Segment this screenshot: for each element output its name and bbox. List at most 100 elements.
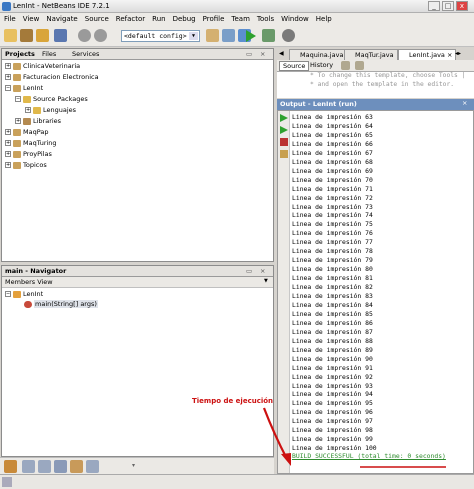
output-settings-icon[interactable] — [280, 150, 288, 158]
settings-icon[interactable] — [206, 29, 219, 42]
tree-item-topicos[interactable]: + Topicos — [5, 161, 47, 169]
stop-icon[interactable] — [280, 138, 288, 146]
nav-method-label: main(String[] args) — [34, 300, 98, 308]
menu-refactor[interactable]: Refactor — [112, 13, 148, 23]
new-file-icon[interactable] — [4, 29, 17, 42]
code-line: * To change this template, choose Tools … — [310, 72, 466, 79]
tab-history[interactable]: History — [307, 61, 336, 69]
output-line: Linea de impresión 87 — [292, 327, 373, 336]
menu-navigate[interactable]: Navigate — [42, 13, 80, 23]
filter-icon[interactable] — [4, 460, 17, 473]
tab-projects[interactable]: Projects — [5, 50, 35, 58]
output-line: Linea de impresión 65 — [292, 130, 373, 139]
tab-maquina-java[interactable]: Maquina.java — [289, 49, 348, 60]
chevron-down-icon[interactable]: ▾ — [132, 462, 135, 469]
notification-icon[interactable] — [2, 477, 12, 487]
filter-inherited-icon[interactable] — [70, 460, 83, 473]
tab-source[interactable]: Source — [279, 61, 310, 71]
close-output-icon[interactable]: × — [462, 99, 467, 107]
tree-item-clinica[interactable]: + ClinicaVeterinaria — [5, 62, 80, 70]
tree-item-libraries[interactable]: + Libraries — [15, 117, 61, 125]
editor-code-area[interactable]: * To change this template, choose Tools … — [277, 72, 474, 98]
nav-method-item[interactable]: main(String[] args) — [24, 300, 98, 308]
minimize-panel-icon[interactable]: ▭ — [246, 50, 252, 58]
run-icon[interactable] — [246, 30, 256, 42]
editor-tool-icon[interactable] — [341, 61, 350, 70]
tab-list-icon[interactable]: ◂▸ — [455, 50, 461, 57]
tab-lenint-java[interactable]: LenInt.java × — [398, 49, 457, 60]
menu-window[interactable]: Window — [277, 13, 312, 23]
project-icon — [13, 73, 21, 81]
filter-static-icon[interactable] — [38, 460, 51, 473]
tree-item-lenint[interactable]: − LenInt — [5, 84, 43, 92]
output-line: Linea de impresión 89 — [292, 345, 373, 354]
tree-item-facturacion[interactable]: + Facturacion Electronica — [5, 73, 99, 81]
profile-icon[interactable] — [282, 29, 295, 42]
menu-profile[interactable]: Profile — [199, 13, 228, 23]
output-line: Linea de impresión 91 — [292, 363, 373, 372]
menu-tools[interactable]: Tools — [253, 13, 277, 23]
tab-services[interactable]: Services — [72, 50, 99, 58]
tab-files[interactable]: Files — [42, 50, 56, 58]
menu-team[interactable]: Team — [227, 13, 253, 23]
menu-debug[interactable]: Debug — [169, 13, 199, 23]
tree-label: MaqTuring — [23, 139, 57, 147]
menu-run[interactable]: Run — [148, 13, 168, 23]
editor-tool-icon[interactable] — [355, 61, 364, 70]
output-line: Linea de impresión 82 — [292, 283, 373, 292]
open-project-icon[interactable] — [36, 29, 49, 42]
nav-class-item[interactable]: − LenInt — [5, 290, 43, 298]
output-line: Linea de impresión 85 — [292, 309, 373, 318]
tab-maqtur-java[interactable]: MaqTur.java — [344, 49, 398, 60]
minimize-button[interactable]: _ — [428, 1, 440, 11]
menu-view[interactable]: View — [19, 13, 43, 23]
tree-item-source-packages[interactable]: − Source Packages — [15, 95, 88, 103]
project-icon — [13, 62, 21, 70]
new-project-icon[interactable] — [20, 29, 33, 42]
folder-icon — [23, 95, 31, 103]
close-panel-icon[interactable]: × — [260, 267, 265, 275]
projects-tab-header: Projects Files Services ▭ × — [2, 49, 273, 60]
output-line: Linea de impresión 67 — [292, 148, 373, 157]
menu-file[interactable]: File — [0, 13, 19, 23]
tree-label: ProyPilas — [23, 150, 52, 158]
config-select[interactable]: <default config> ▼ — [121, 30, 200, 42]
members-view-bar[interactable]: Members View ▼ — [2, 277, 273, 288]
sort-icon[interactable] — [86, 460, 99, 473]
maximize-button[interactable]: □ — [442, 1, 454, 11]
navigator-filter-toolbar: ▾ — [0, 457, 274, 474]
menu-help[interactable]: Help — [312, 13, 335, 23]
filter-nonpublic-icon[interactable] — [54, 460, 67, 473]
tree-item-maqpap[interactable]: + MaqPap — [5, 128, 48, 136]
rerun-icon[interactable] — [280, 114, 288, 122]
scroll-left-icon[interactable]: ◀ — [279, 50, 284, 57]
tree-item-proypilas[interactable]: + ProyPilas — [5, 150, 52, 158]
debug-icon[interactable] — [262, 29, 275, 42]
tree-item-maqturing[interactable]: + MaqTuring — [5, 139, 57, 147]
undo-icon[interactable] — [78, 29, 91, 42]
output-line: Linea de impresión 86 — [292, 318, 373, 327]
projects-panel: Projects Files Services ▭ × + ClinicaVete… — [1, 48, 274, 262]
build-icon[interactable] — [222, 29, 235, 42]
tree-label: Topicos — [23, 161, 47, 169]
output-line: Linea de impresión 74 — [292, 211, 373, 220]
output-line: Linea de impresión 68 — [292, 157, 373, 166]
minimize-panel-icon[interactable]: ▭ — [246, 267, 252, 275]
redo-icon[interactable] — [94, 29, 107, 42]
tree-label: ClinicaVeterinaria — [23, 62, 81, 70]
filter-fields-icon[interactable] — [22, 460, 35, 473]
save-all-icon[interactable] — [54, 29, 67, 42]
tab-label: MaqTur.java — [355, 51, 394, 59]
output-header: Output - LenInt (run) × — [277, 99, 474, 110]
tree-item-lenguajes[interactable]: + Lenguajes — [25, 106, 76, 114]
config-value: <default config> — [124, 32, 187, 40]
output-line: Linea de impresión 81 — [292, 274, 373, 283]
close-button[interactable]: x — [456, 1, 468, 11]
tab-label: Maquina.java — [300, 51, 344, 59]
close-panel-icon[interactable]: × — [260, 50, 265, 58]
rerun-with-params-icon[interactable] — [280, 126, 288, 134]
output-line: Linea de impresión 77 — [292, 238, 373, 247]
output-title: Output - LenInt (run) — [280, 100, 357, 108]
menu-bar: File View Navigate Source Refactor Run Debug Pr… — [0, 13, 474, 25]
menu-source[interactable]: Source — [81, 13, 112, 23]
